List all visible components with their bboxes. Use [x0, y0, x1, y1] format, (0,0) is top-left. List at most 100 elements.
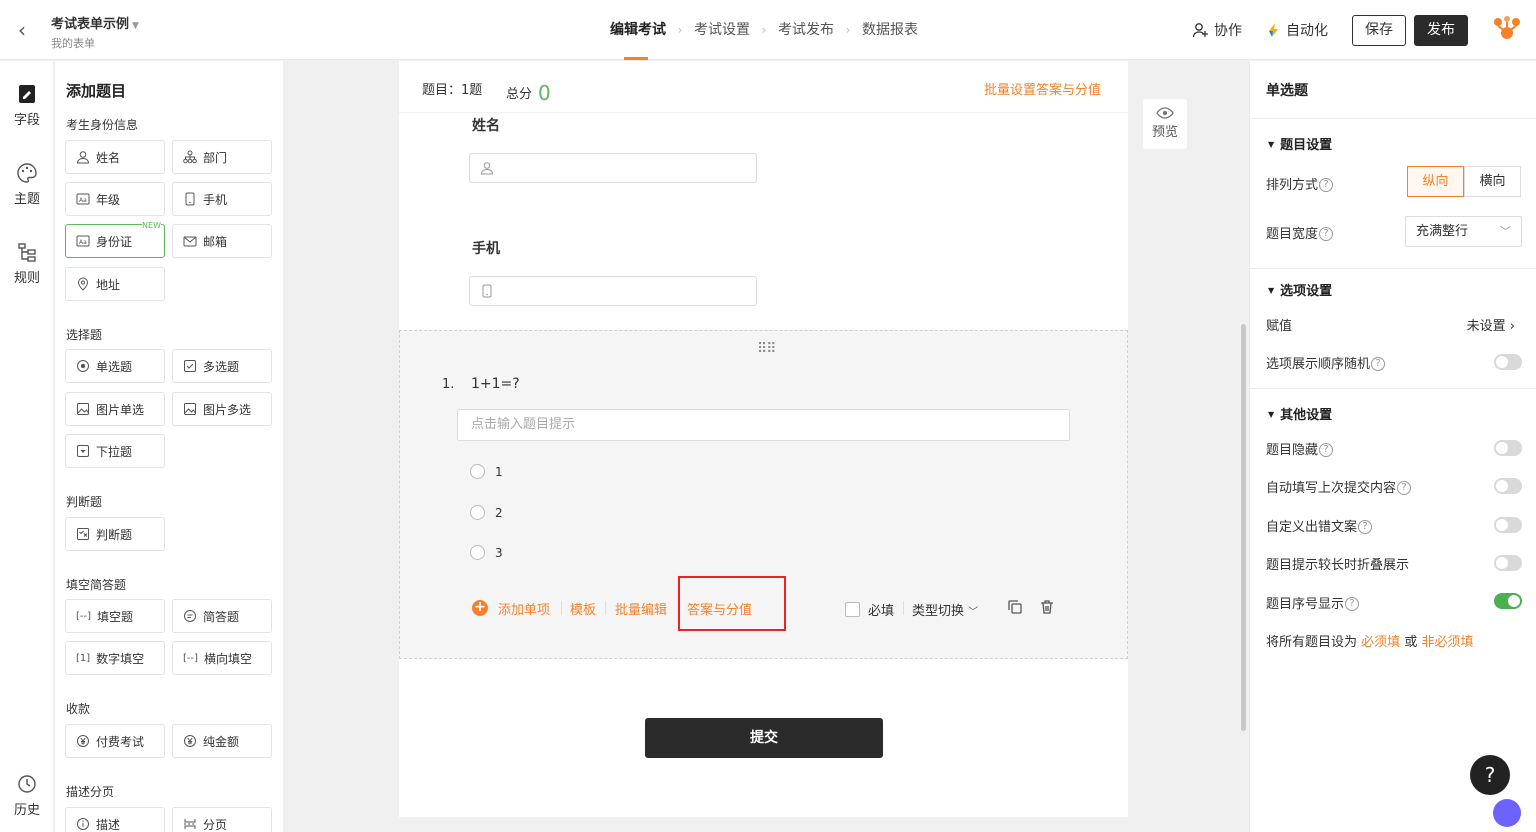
- option-item[interactable]: 3: [470, 545, 503, 560]
- field-page-button[interactable]: 分页: [172, 807, 272, 832]
- preview-button[interactable]: 预览: [1143, 99, 1187, 149]
- svg-text:Aa: Aa: [79, 197, 87, 204]
- width-select[interactable]: 充满整行 ﹀: [1405, 216, 1522, 247]
- field-phone-button[interactable]: 手机: [172, 182, 272, 216]
- question-block[interactable]: ⠿⠿ 1. 1+1=? 点击输入题目提示 1 2 3 + 添加单项 模板 批量编…: [399, 330, 1128, 659]
- layout-vertical-option[interactable]: 纵向: [1407, 166, 1464, 197]
- field-email-button[interactable]: 邮箱: [172, 224, 272, 258]
- autofill-toggle[interactable]: [1494, 478, 1522, 494]
- total-score: 总分 0: [506, 79, 551, 105]
- field-name-button[interactable]: 姓名: [65, 140, 165, 174]
- yen-coin-icon: [184, 735, 196, 747]
- drag-handle-icon[interactable]: ⠿⠿: [757, 341, 776, 357]
- rail-rules[interactable]: 规则: [0, 241, 54, 286]
- field-blank-button[interactable]: [--] 填空题: [65, 599, 165, 633]
- step-edit[interactable]: 编辑考试: [600, 0, 676, 60]
- help-button[interactable]: ?: [1470, 755, 1510, 795]
- batch-answer-link[interactable]: 批量设置答案与分值: [984, 79, 1101, 98]
- seq-toggle[interactable]: [1494, 593, 1522, 609]
- rail-history[interactable]: 历史: [0, 773, 54, 818]
- plus-circle-icon[interactable]: +: [472, 600, 488, 616]
- step-report[interactable]: 数据报表: [852, 0, 928, 60]
- option-item[interactable]: 2: [470, 505, 503, 520]
- question-hint-input[interactable]: 点击输入题目提示: [457, 409, 1070, 441]
- rail-fields[interactable]: 字段: [0, 83, 54, 128]
- question-mark-icon[interactable]: ?: [1397, 480, 1412, 495]
- question-mark-icon[interactable]: ?: [1345, 596, 1360, 611]
- section-question-settings[interactable]: ▼ 题目设置: [1268, 134, 1332, 153]
- vertical-scrollbar[interactable]: [1241, 324, 1246, 731]
- radio-circle-icon[interactable]: [470, 464, 485, 479]
- question-mark-icon[interactable]: ?: [1319, 226, 1334, 241]
- field-paid-button[interactable]: 付费考试: [65, 724, 165, 758]
- required-checkbox[interactable]: 必填: [845, 600, 894, 619]
- form-subtitle[interactable]: 我的表单: [51, 35, 95, 51]
- question-mark-icon[interactable]: ?: [1358, 519, 1373, 534]
- collaborate-button[interactable]: 协作: [1192, 20, 1242, 40]
- option-label[interactable]: 2: [495, 506, 503, 520]
- person-icon: [76, 151, 90, 164]
- question-title[interactable]: 1+1=?: [471, 376, 520, 392]
- toolbar-right: 协作 自动化 保存 发布: [1192, 0, 1536, 60]
- step-publish[interactable]: 考试发布: [768, 0, 844, 60]
- field-dropdown-button[interactable]: 下拉题: [65, 434, 165, 468]
- radio-circle-icon[interactable]: [470, 545, 485, 560]
- field-num-blank-button[interactable]: [1] 数字填空: [65, 641, 165, 675]
- phone-field-input[interactable]: [469, 276, 757, 306]
- field-dept-button[interactable]: 部门: [172, 140, 272, 174]
- trash-icon[interactable]: [1038, 598, 1056, 616]
- field-grade-button[interactable]: Aa 年级: [65, 182, 165, 216]
- page-break-icon: [184, 819, 196, 829]
- step-settings[interactable]: 考试设置: [684, 0, 760, 60]
- field-address-button[interactable]: 地址: [65, 267, 165, 301]
- submit-button[interactable]: 提交: [645, 718, 883, 758]
- hide-toggle[interactable]: [1494, 440, 1522, 456]
- option-label[interactable]: 1: [495, 465, 503, 479]
- caret-down-icon[interactable]: ▼: [132, 21, 139, 31]
- width-row: 题目宽度?: [1266, 223, 1334, 242]
- option-item[interactable]: 1: [470, 464, 503, 479]
- rail-theme[interactable]: 主题: [0, 162, 54, 207]
- field-img-multi-button[interactable]: 图片多选: [172, 392, 272, 426]
- checkbox-square-icon[interactable]: [845, 602, 860, 617]
- mail-icon: [183, 236, 197, 247]
- field-multi-button[interactable]: 多选题: [172, 349, 272, 383]
- section-other-settings[interactable]: ▼ 其他设置: [1268, 404, 1332, 423]
- save-button[interactable]: 保存: [1352, 14, 1406, 46]
- field-amount-button[interactable]: 纯金额: [172, 724, 272, 758]
- field-short-button[interactable]: 简答题: [172, 599, 272, 633]
- back-arrow-icon[interactable]: ‹: [18, 20, 38, 40]
- section-option-settings[interactable]: ▼ 选项设置: [1268, 280, 1332, 299]
- field-h-blank-button[interactable]: [--] 横向填空: [172, 641, 272, 675]
- add-option-button[interactable]: 添加单项: [498, 599, 550, 618]
- batch-edit-button[interactable]: 批量编辑: [615, 599, 667, 618]
- field-single-button[interactable]: 单选题: [65, 349, 165, 383]
- layout-horizontal-option[interactable]: 横向: [1464, 166, 1521, 197]
- assistant-bot-icon[interactable]: [1493, 799, 1521, 827]
- field-describe-label: 描述: [96, 817, 121, 832]
- set-all-required-link[interactable]: 必须填: [1361, 635, 1400, 650]
- question-mark-icon[interactable]: ?: [1371, 356, 1386, 371]
- hide-label: 题目隐藏: [1266, 443, 1319, 458]
- automation-button[interactable]: 自动化: [1266, 20, 1328, 40]
- field-judge-label: 判断题: [96, 527, 133, 542]
- publish-button[interactable]: 发布: [1414, 14, 1468, 46]
- template-button[interactable]: 模板: [570, 599, 596, 618]
- question-mark-icon[interactable]: ?: [1319, 442, 1334, 457]
- radio-circle-icon[interactable]: [470, 505, 485, 520]
- form-title[interactable]: 考试表单示例 ▼: [51, 13, 139, 32]
- field-judge-button[interactable]: 判断题: [65, 517, 165, 551]
- field-img-single-button[interactable]: 图片单选: [65, 392, 165, 426]
- field-describe-button[interactable]: 描述: [65, 807, 165, 832]
- set-all-optional-link[interactable]: 非必须填: [1421, 635, 1473, 650]
- value-setting-link[interactable]: 未设置 ›: [1467, 315, 1515, 334]
- custom-error-toggle[interactable]: [1494, 517, 1522, 533]
- type-switch-dropdown[interactable]: 类型切换 ﹀: [912, 600, 978, 619]
- field-idcard-button[interactable]: NEW Aa 身份证: [65, 221, 165, 258]
- question-mark-icon[interactable]: ?: [1319, 177, 1334, 192]
- copy-icon[interactable]: [1006, 598, 1024, 616]
- option-label[interactable]: 3: [495, 546, 503, 560]
- name-field-input[interactable]: [469, 153, 757, 183]
- random-toggle[interactable]: [1494, 354, 1522, 370]
- collapse-toggle[interactable]: [1494, 555, 1522, 571]
